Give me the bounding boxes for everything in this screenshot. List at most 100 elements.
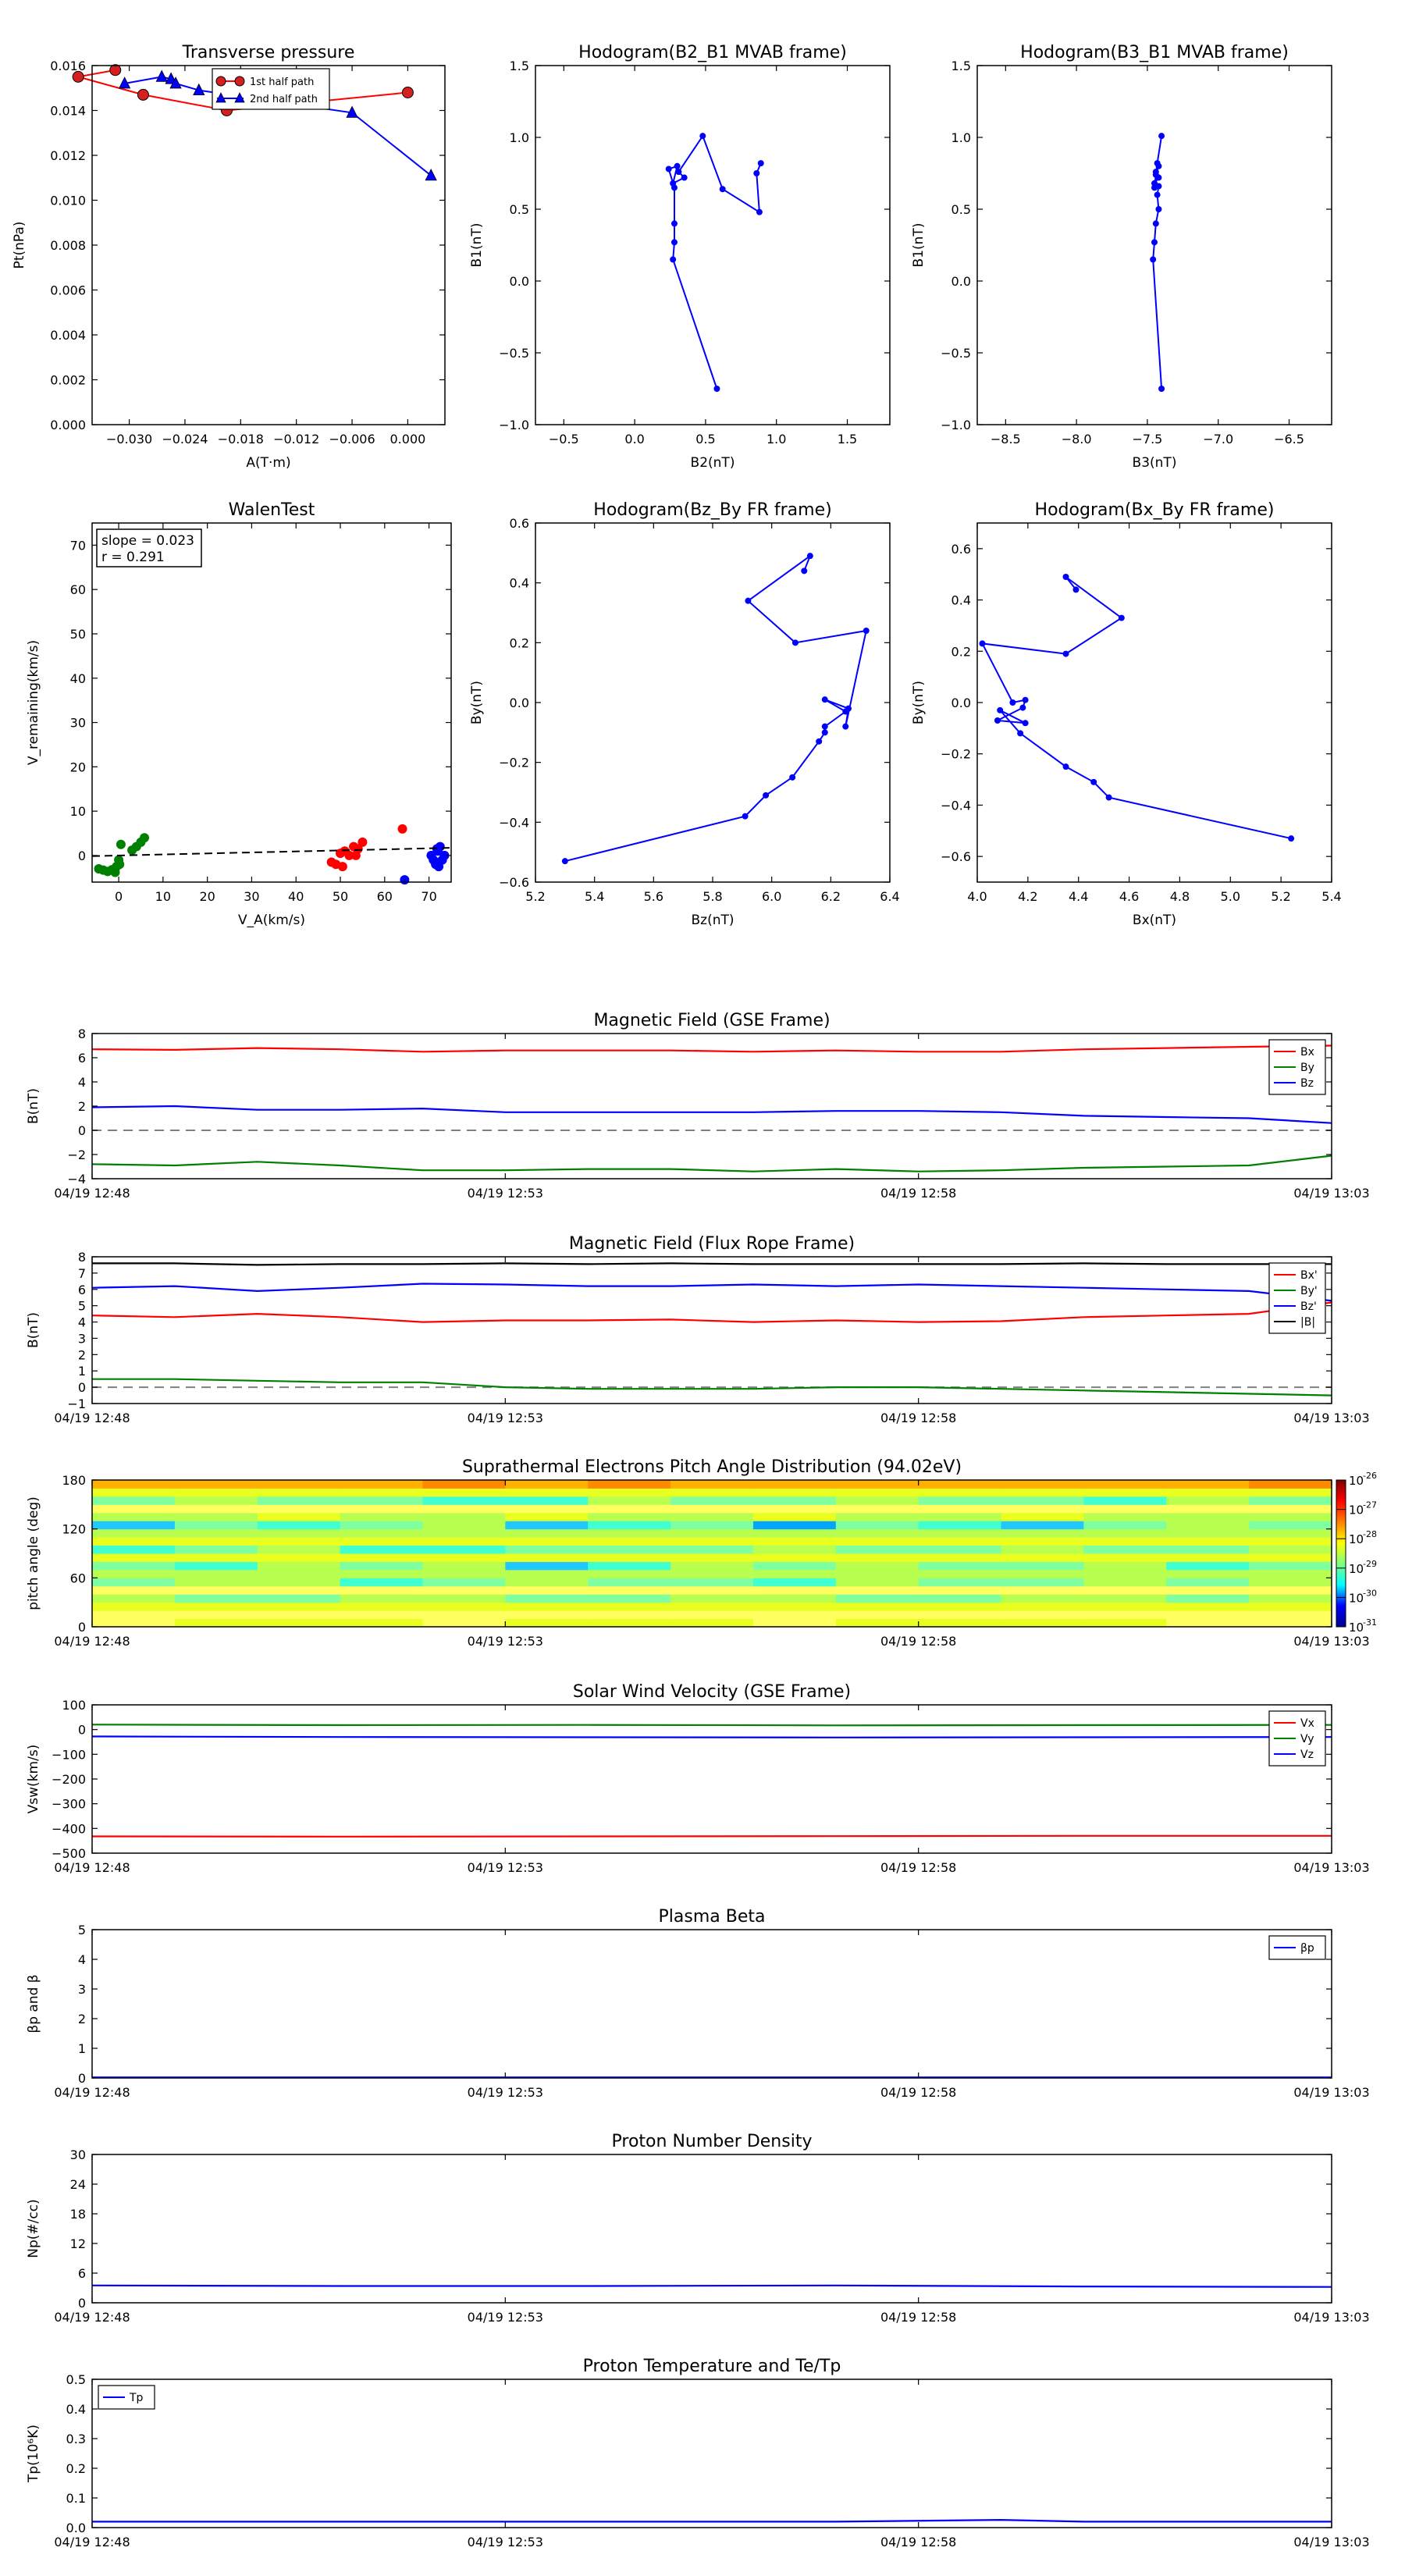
data-point: [109, 64, 122, 76]
heatmap-cell: [670, 1602, 754, 1611]
x-axis-label: B2(nT): [691, 455, 735, 471]
plot-frame: [91, 2154, 1332, 2304]
legend-label: Vy: [1300, 1733, 1314, 1745]
heatmap-cell: [835, 1578, 919, 1587]
plot-frame: [91, 1929, 1332, 2079]
heatmap-cell: [505, 1594, 589, 1603]
heatmap-cell: [670, 1528, 754, 1538]
heatmap-cell: [340, 1488, 423, 1497]
data-point: [994, 717, 1001, 724]
heatmap-cell: [92, 1585, 176, 1595]
heatmap-cell: [505, 1480, 589, 1489]
colorbar-tick-base: 10: [1349, 1532, 1364, 1546]
heatmap-cell: [1166, 1537, 1250, 1546]
scatter-point: [357, 837, 368, 847]
y-tick-label: 1: [78, 1364, 86, 1379]
heatmap-cell: [918, 1602, 1002, 1611]
y-tick-label: −2: [67, 1147, 86, 1162]
heatmap-cell: [174, 1561, 258, 1571]
x-tick-label: 30: [244, 889, 259, 904]
heatmap-cell: [1166, 1602, 1250, 1611]
heatmap-cell: [92, 1488, 176, 1497]
y-tick-label: 0.2: [951, 644, 971, 659]
data-point: [561, 858, 568, 865]
legend-marker: [234, 76, 245, 87]
heatmap-cell: [422, 1480, 506, 1489]
legend-label: 1st half path: [250, 76, 314, 88]
y-tick-label: 2: [78, 1099, 86, 1114]
chart-title: Plasma Beta: [659, 1907, 766, 1927]
data-point: [670, 220, 678, 227]
heatmap-cell: [588, 1537, 671, 1546]
heatmap-cell: [1249, 1561, 1332, 1571]
y-tick-label: 0: [78, 1123, 86, 1138]
x-tick-label: 6.0: [762, 889, 781, 904]
time-tick-label: 04/19 12:48: [54, 1186, 130, 1201]
heatmap-cell: [257, 1528, 341, 1538]
heatmap-cell: [92, 1569, 176, 1578]
data-point: [1151, 184, 1158, 191]
heatmap-cell: [588, 1545, 671, 1554]
heatmap-cell: [257, 1561, 341, 1571]
y-tick-label: 6: [78, 1283, 86, 1297]
heatmap-cell: [1166, 1480, 1250, 1489]
time-tick-label: 04/19 12:58: [880, 1186, 956, 1201]
heatmap-cell: [1083, 1480, 1167, 1489]
heatmap-cell: [422, 1521, 506, 1530]
data-point: [1062, 650, 1069, 657]
data-point: [665, 165, 672, 173]
heatmap-cell: [1249, 1537, 1332, 1546]
heatmap-cell: [1166, 1610, 1250, 1620]
heatmap-cell: [1001, 1578, 1084, 1587]
y-tick-label: 0.0: [951, 696, 971, 710]
x-tick-label: 5.4: [585, 889, 604, 904]
heatmap-cell: [340, 1594, 423, 1603]
heatmap-cell: [835, 1585, 919, 1595]
heatmap-cell: [1249, 1553, 1332, 1562]
y-tick-label: 0: [78, 2296, 86, 2311]
heatmap-cell: [918, 1618, 1002, 1628]
heatmap-cell: [835, 1618, 919, 1628]
x-tick-label: 4.6: [1119, 889, 1139, 904]
y-tick-label: 1.0: [951, 130, 971, 145]
chart-title: Suprathermal Electrons Pitch Angle Distr…: [462, 1457, 962, 1477]
time-tick-label: 04/19 12:48: [54, 2085, 130, 2100]
heatmap-cell: [92, 1528, 176, 1538]
data-point: [1022, 696, 1029, 703]
y-axis-label: By(nT): [911, 681, 927, 724]
colorbar-tick-exponent: -26: [1363, 1471, 1377, 1481]
heatmap-cell: [505, 1618, 589, 1628]
heatmap-cell: [340, 1545, 423, 1554]
plot-frame: [91, 522, 452, 883]
series-line: [91, 1301, 1332, 1323]
heatmap-cell: [1166, 1585, 1250, 1595]
heatmap-cell: [1083, 1521, 1167, 1530]
series-line: [91, 1834, 1332, 1838]
heatmap-cell: [1001, 1504, 1084, 1514]
time-tick-label: 04/19 12:58: [880, 2085, 956, 2100]
y-tick-label: −0.6: [499, 875, 529, 890]
y-tick-label: 0.6: [510, 516, 529, 531]
time-tick-label: 04/19 12:48: [54, 2310, 130, 2325]
x-tick-label: −7.0: [1203, 432, 1233, 447]
heatmap-cell: [92, 1521, 176, 1530]
heatmap-cell: [918, 1480, 1002, 1489]
heatmap-cell: [1166, 1553, 1250, 1562]
y-axis-label: Vsw(km/s): [26, 1745, 41, 1814]
legend-label: Vx: [1300, 1717, 1314, 1730]
heatmap-cell: [1083, 1504, 1167, 1514]
y-tick-label: 10: [70, 804, 86, 819]
heatmap-cell: [422, 1578, 506, 1587]
heatmap-cell: [505, 1528, 589, 1538]
heatmap-cell: [1083, 1561, 1167, 1571]
y-axis-label: Pt(nPa): [12, 222, 27, 269]
time-tick-label: 04/19 13:03: [1293, 1411, 1369, 1425]
y-tick-label: 3: [78, 1982, 86, 1997]
heatmap-cell: [174, 1488, 258, 1497]
heatmap-cell: [835, 1594, 919, 1603]
data-point: [670, 180, 677, 187]
x-tick-label: −6.5: [1274, 432, 1304, 447]
heatmap-cell: [1001, 1561, 1084, 1571]
heatmap-cell: [1083, 1545, 1167, 1554]
data-point: [425, 168, 437, 181]
